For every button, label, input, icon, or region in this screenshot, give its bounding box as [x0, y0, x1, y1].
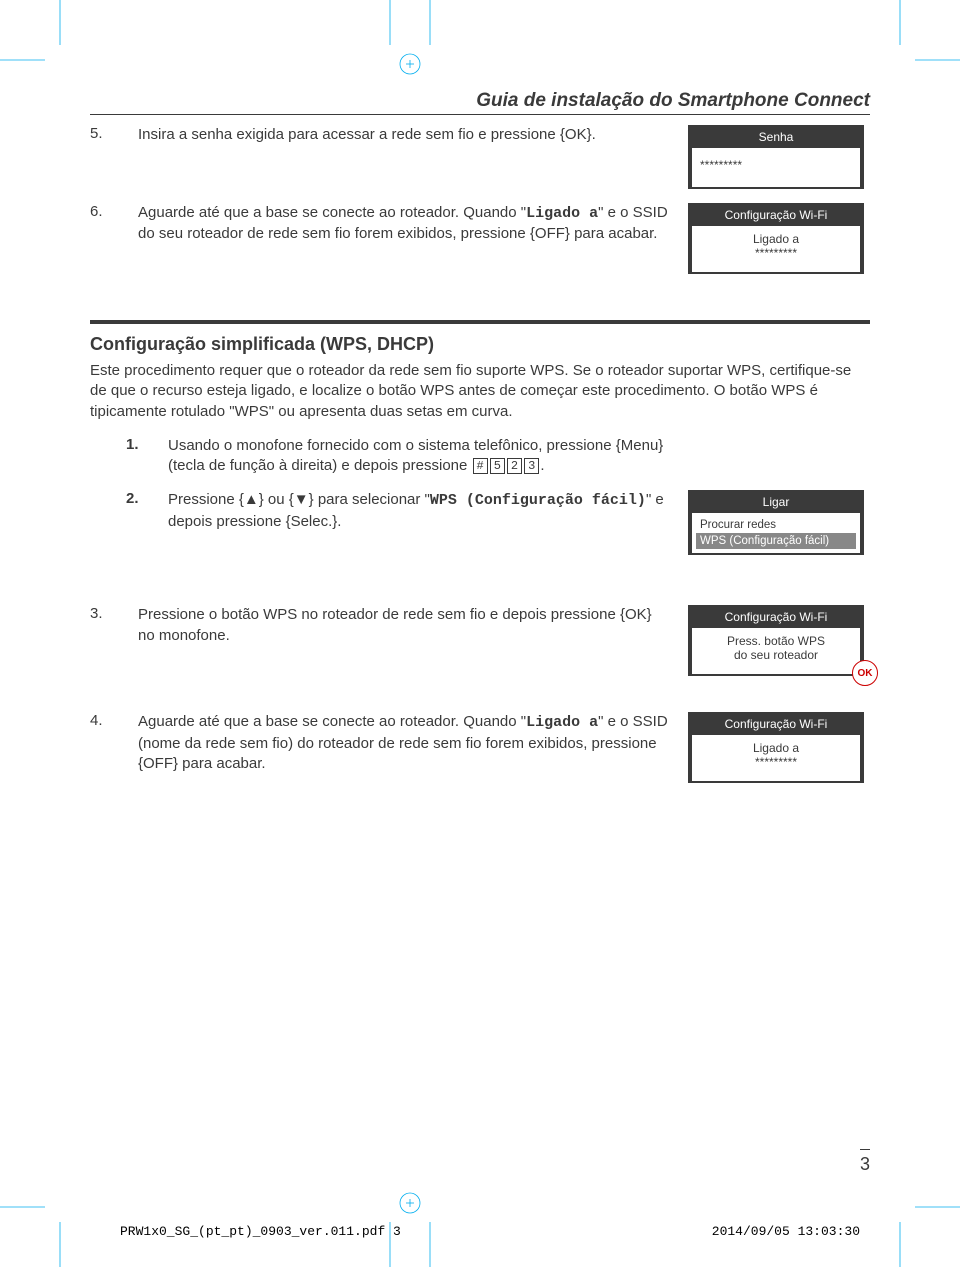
- key-ok: {OK}: [560, 126, 592, 143]
- footer-timestamp: 2014/09/05 13:03:30: [712, 1224, 860, 1239]
- text: ou: [264, 491, 289, 508]
- phone-screen-wifi-connected: Configuração Wi-Fi Ligado a *********: [688, 203, 864, 274]
- phone-screen-press-wps: Configuração Wi-Fi Press. botão WPS do s…: [688, 605, 864, 676]
- key-ok: {OK}: [620, 606, 652, 623]
- section-divider: [90, 320, 870, 324]
- step-body: Aguarde até que a base se conecte ao rot…: [138, 203, 670, 274]
- section-heading: Configuração simplificada (WPS, DHCP): [90, 334, 870, 355]
- screen-line: do seu roteador: [734, 648, 818, 662]
- step-number: 1.: [126, 436, 150, 477]
- text: Pressione: [168, 491, 239, 508]
- step-body: Aguarde até que a base se conecte ao rot…: [138, 712, 670, 783]
- screen-body: Press. botão WPS do seu roteador: [692, 627, 860, 676]
- step-body: Usando o monofone fornecido com o sistem…: [168, 436, 670, 477]
- page-content: Guia de instalação do Smartphone Connect…: [90, 90, 870, 1175]
- text: (tecla de função à direita) e depois pre…: [168, 457, 472, 474]
- step-6: 6. Aguarde até que a base se conecte ao …: [90, 203, 870, 274]
- key-off: {OFF}: [530, 225, 570, 242]
- text: Insira a senha exigida para acessar a re…: [138, 126, 560, 143]
- screen-body: *********: [692, 147, 860, 189]
- key-down: {▼}: [289, 491, 314, 508]
- menu-item-wps-selected: WPS (Configuração fácil): [696, 533, 856, 549]
- screen-line: *********: [755, 246, 797, 260]
- text: Aguarde até que a base se conecte ao rot…: [138, 713, 526, 730]
- step-number: 6.: [90, 203, 120, 274]
- screen-body: Ligado a *********: [692, 734, 860, 783]
- screen-line: *********: [755, 755, 797, 769]
- key-menu: {Menu}: [616, 437, 664, 454]
- doc-title: Guia de instalação do Smartphone Connect: [90, 90, 870, 115]
- text: no monofone.: [138, 627, 230, 644]
- menu-item-procurar: Procurar redes: [696, 517, 856, 533]
- screen-title: Configuração Wi-Fi: [692, 605, 860, 627]
- text: Aguarde até que a base se conecte ao rot…: [138, 204, 526, 221]
- mono-text: WPS (Configuração fácil): [430, 492, 646, 509]
- screen-title: Configuração Wi-Fi: [692, 203, 860, 225]
- ok-stamp-icon: OK: [852, 660, 878, 686]
- phone-screen-senha: Senha *********: [688, 125, 864, 189]
- keycap-hash: #: [473, 458, 488, 474]
- keycap-2: 2: [507, 458, 522, 474]
- text: .: [540, 457, 544, 474]
- step-body: Pressione {▲} ou {▼} para selecionar "WP…: [168, 490, 670, 555]
- phone-screen-wifi-connected-2: Configuração Wi-Fi Ligado a *********: [688, 712, 864, 783]
- step-number: 5.: [90, 125, 120, 189]
- footer-filename: PRW1x0_SG_(pt_pt)_0903_ver.011.pdf 3: [120, 1224, 401, 1239]
- step-number: 3.: [90, 605, 120, 676]
- s2-step-2: 2. Pressione {▲} ou {▼} para selecionar …: [126, 490, 870, 555]
- screen-title: Configuração Wi-Fi: [692, 712, 860, 734]
- screen-body: Ligado a *********: [692, 225, 860, 274]
- text: .: [337, 513, 341, 530]
- text: para acabar.: [570, 225, 658, 242]
- text: Pressione o botão WPS no roteador de red…: [138, 606, 620, 623]
- keycap-5: 5: [490, 458, 505, 474]
- key-up: {▲}: [239, 491, 264, 508]
- s2-step-4: 4. Aguarde até que a base se conecte ao …: [90, 712, 870, 783]
- text: Usando o monofone fornecido com o sistem…: [168, 437, 616, 454]
- mono-text: Ligado a: [526, 714, 598, 731]
- step-number: 2.: [126, 490, 150, 555]
- step-body: Pressione o botão WPS no roteador de red…: [138, 605, 670, 676]
- text: para selecionar ": [314, 491, 430, 508]
- keycap-3: 3: [524, 458, 539, 474]
- key-off: {OFF}: [138, 755, 178, 772]
- section-intro: Este procedimento requer que o roteador …: [90, 361, 870, 422]
- s2-step-1: 1. Usando o monofone fornecido com o sis…: [126, 436, 870, 477]
- screen-line: Ligado a: [753, 741, 799, 755]
- screen-line: Ligado a: [753, 232, 799, 246]
- text: .: [592, 126, 596, 143]
- step-5: 5. Insira a senha exigida para acessar a…: [90, 125, 870, 189]
- print-footer: PRW1x0_SG_(pt_pt)_0903_ver.011.pdf 3 201…: [120, 1224, 860, 1239]
- step-body: Insira a senha exigida para acessar a re…: [138, 125, 670, 189]
- step-number: 4.: [90, 712, 120, 783]
- s2-step-3: 3. Pressione o botão WPS no roteador de …: [90, 605, 870, 676]
- screen-title: Senha: [692, 125, 860, 147]
- screen-line: Press. botão WPS: [727, 634, 825, 648]
- screen-body: Procurar redes WPS (Configuração fácil): [692, 512, 860, 555]
- mono-text: Ligado a: [526, 205, 598, 222]
- page-number: 3: [860, 1149, 870, 1175]
- text: para acabar.: [178, 755, 266, 772]
- screen-line: *********: [700, 158, 852, 172]
- screen-title: Ligar: [692, 490, 860, 512]
- phone-screen-ligar-menu: Ligar Procurar redes WPS (Configuração f…: [688, 490, 864, 555]
- key-selec: {Selec.}: [286, 513, 338, 530]
